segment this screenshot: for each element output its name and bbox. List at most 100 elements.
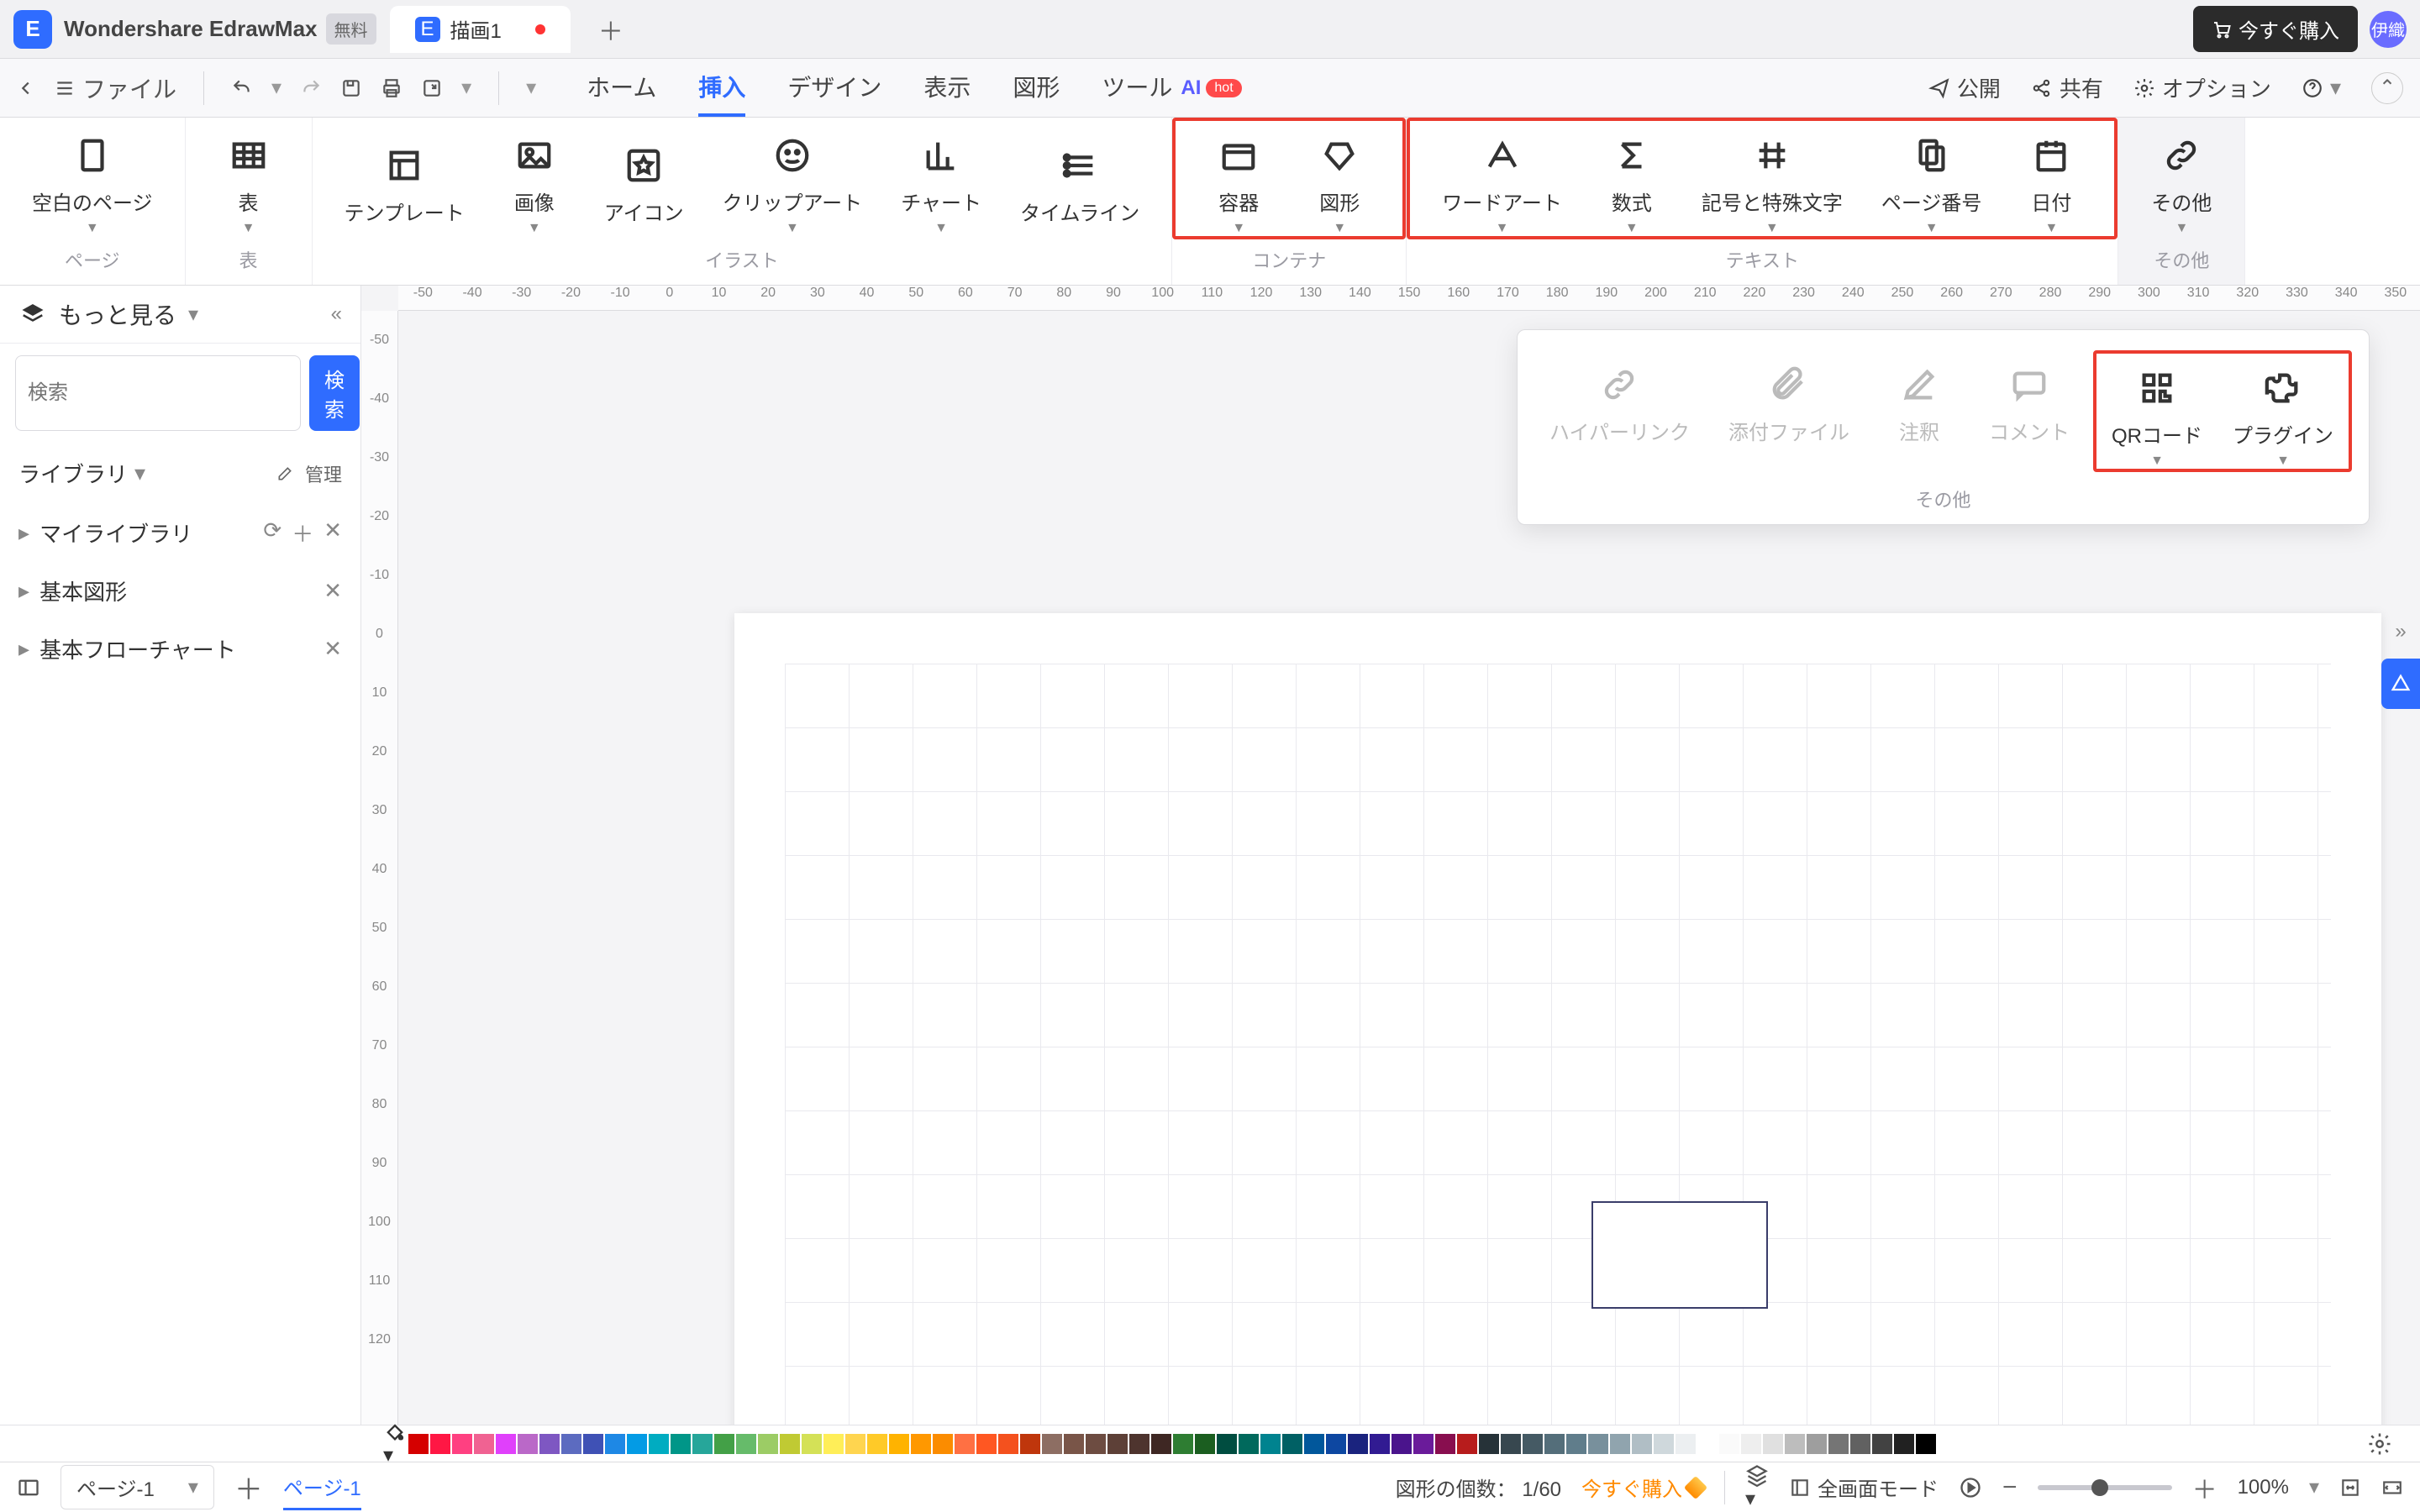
color-swatch[interactable] xyxy=(845,1434,865,1454)
canvas[interactable]: ハイパーリンク添付ファイル注釈コメントQRコード▼プラグイン▼ その他 » xyxy=(398,311,2420,1425)
symbol-button[interactable]: 記号と特殊文字▼ xyxy=(1686,121,1858,236)
color-swatch[interactable] xyxy=(802,1434,822,1454)
color-swatch[interactable] xyxy=(1676,1434,1696,1454)
color-swatch[interactable] xyxy=(583,1434,603,1454)
formula-button[interactable]: 数式▼ xyxy=(1586,121,1678,236)
color-swatch[interactable] xyxy=(1741,1434,1761,1454)
color-swatch[interactable] xyxy=(1239,1434,1259,1454)
page-num-button[interactable]: ページ番号▼ xyxy=(1866,121,1997,236)
timeline-button[interactable]: タイムライン xyxy=(1005,131,1155,226)
icon-button[interactable]: アイコン xyxy=(589,131,699,226)
rectangle-shape[interactable] xyxy=(1591,1201,1768,1309)
publish-button[interactable]: 公開 xyxy=(1928,72,2001,103)
color-swatch[interactable] xyxy=(1348,1434,1368,1454)
fit-width-button[interactable] xyxy=(2339,1477,2361,1499)
color-swatch[interactable] xyxy=(714,1434,734,1454)
more-shapes-button[interactable]: もっと見る xyxy=(59,297,176,331)
date-button[interactable]: 日付▼ xyxy=(2005,121,2097,236)
color-swatch[interactable] xyxy=(1850,1434,1870,1454)
color-swatch[interactable] xyxy=(605,1434,625,1454)
color-swatch[interactable] xyxy=(671,1434,691,1454)
color-swatch[interactable] xyxy=(1654,1434,1674,1454)
fullscreen-button[interactable]: 全画面モード xyxy=(1789,1473,1939,1502)
add-page-button[interactable]: ＋ xyxy=(234,1467,263,1508)
collapse-sidebar-button[interactable]: « xyxy=(331,302,342,326)
color-swatch[interactable] xyxy=(1457,1434,1477,1454)
document-tab[interactable]: E 描画1 xyxy=(390,6,571,53)
page-dropdown[interactable]: ページ-1▾ xyxy=(60,1465,214,1509)
qrcode-button[interactable]: QRコード▼ xyxy=(2096,354,2217,469)
fit-page-button[interactable] xyxy=(2381,1477,2403,1499)
menu-tab-4[interactable]: 図形 xyxy=(1013,60,1060,117)
color-swatch[interactable] xyxy=(1807,1434,1827,1454)
library-header[interactable]: ライブラリ▾ xyxy=(18,458,145,489)
color-swatch[interactable] xyxy=(1916,1434,1936,1454)
search-button[interactable]: 検索 xyxy=(309,355,360,431)
color-swatch[interactable] xyxy=(976,1434,997,1454)
save-button[interactable] xyxy=(340,77,362,99)
collapse-right-panel-button[interactable]: » xyxy=(2388,613,2412,650)
print-button[interactable] xyxy=(381,77,402,99)
attachment-button[interactable]: 添付ファイル xyxy=(1713,350,1865,472)
table-button[interactable]: 表▼ xyxy=(203,121,295,236)
tree-item[interactable]: ▸基本フローチャート✕ xyxy=(0,620,360,678)
page-tab[interactable]: ページ-1 xyxy=(283,1465,361,1510)
color-swatch[interactable] xyxy=(452,1434,472,1454)
color-swatch[interactable] xyxy=(518,1434,538,1454)
redo-button[interactable] xyxy=(300,77,322,99)
collapse-ribbon-button[interactable]: ⌃ xyxy=(2371,72,2403,104)
color-swatch[interactable] xyxy=(889,1434,909,1454)
wordart-button[interactable]: ワードアート▼ xyxy=(1427,121,1577,236)
options-button[interactable]: オプション xyxy=(2133,72,2271,103)
color-swatch[interactable] xyxy=(1326,1434,1346,1454)
back-button[interactable] xyxy=(17,79,35,97)
color-swatch[interactable] xyxy=(474,1434,494,1454)
shape-button[interactable]: 図形▼ xyxy=(1293,121,1386,236)
format-panel-tab[interactable] xyxy=(2381,659,2420,709)
user-avatar[interactable]: 伊織 xyxy=(2370,11,2407,48)
color-swatch[interactable] xyxy=(1086,1434,1106,1454)
ai-tab[interactable]: AI hot xyxy=(1181,76,1241,100)
zoom-value[interactable]: 100% xyxy=(2238,1476,2289,1499)
sync-icon[interactable]: ⟳ xyxy=(263,517,281,549)
color-swatch[interactable] xyxy=(1894,1434,1914,1454)
tree-item[interactable]: ▸マイライブラリ⟳＋✕ xyxy=(0,504,360,562)
color-swatch[interactable] xyxy=(1719,1434,1739,1454)
color-swatch[interactable] xyxy=(933,1434,953,1454)
color-swatch[interactable] xyxy=(692,1434,713,1454)
color-swatch[interactable] xyxy=(867,1434,887,1454)
zoom-in-button[interactable]: ＋ xyxy=(2192,1469,2217,1506)
color-swatch[interactable] xyxy=(911,1434,931,1454)
manage-library-button[interactable]: 管理 xyxy=(305,460,342,487)
menu-tab-3[interactable]: 表示 xyxy=(923,60,971,117)
color-swatch[interactable] xyxy=(1479,1434,1499,1454)
color-swatch[interactable] xyxy=(1260,1434,1281,1454)
comment-button[interactable]: コメント xyxy=(1974,350,2085,472)
color-swatch[interactable] xyxy=(408,1434,429,1454)
color-swatch[interactable] xyxy=(1129,1434,1150,1454)
color-swatch[interactable] xyxy=(1020,1434,1040,1454)
color-swatch[interactable] xyxy=(1217,1434,1237,1454)
color-swatch[interactable] xyxy=(430,1434,450,1454)
color-swatch[interactable] xyxy=(1413,1434,1434,1454)
zoom-out-button[interactable]: − xyxy=(2002,1473,2018,1502)
buy-now-button[interactable]: 今すぐ購入 xyxy=(2193,6,2358,52)
settings-button[interactable] xyxy=(2363,1427,2396,1461)
color-swatch[interactable] xyxy=(1195,1434,1215,1454)
other-button[interactable]: その他▼ xyxy=(2135,121,2228,236)
color-swatch[interactable] xyxy=(998,1434,1018,1454)
color-swatch[interactable] xyxy=(1392,1434,1412,1454)
color-swatch[interactable] xyxy=(627,1434,647,1454)
template-button[interactable]: テンプレート xyxy=(329,131,480,226)
fill-bucket-icon[interactable]: ▾ xyxy=(383,1420,407,1467)
layers-button[interactable]: ▾ xyxy=(1745,1463,1769,1511)
color-swatch[interactable] xyxy=(1523,1434,1543,1454)
hyperlink-button[interactable]: ハイパーリンク xyxy=(1534,350,1705,472)
menu-tab-5[interactable]: ツール xyxy=(1102,60,1172,117)
file-menu[interactable]: ファイル xyxy=(54,71,176,105)
color-swatch[interactable] xyxy=(955,1434,975,1454)
color-swatch[interactable] xyxy=(1872,1434,1892,1454)
color-swatch[interactable] xyxy=(1042,1434,1062,1454)
note-button[interactable]: 注釈 xyxy=(1873,350,1965,472)
close-icon[interactable]: ✕ xyxy=(324,636,342,662)
